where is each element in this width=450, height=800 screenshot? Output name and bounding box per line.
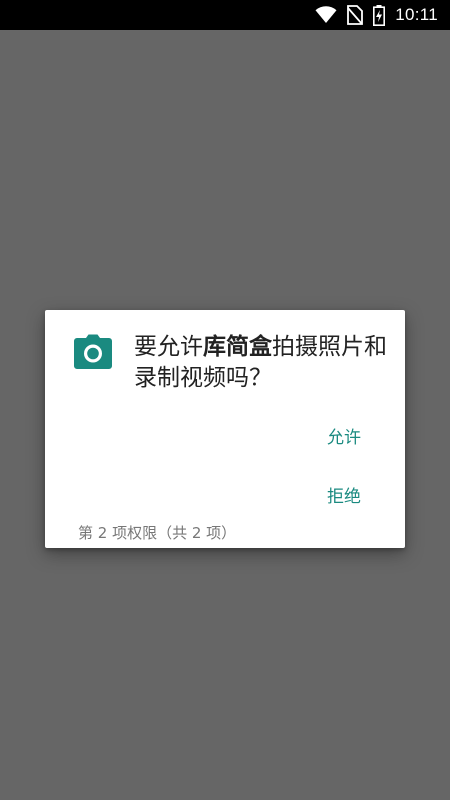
permission-counter: 第 2 项权限（共 2 项） (78, 524, 237, 542)
allow-button[interactable]: 允许 (323, 417, 365, 454)
permission-title: 要允许库简盒拍摄照片和录制视频吗？ (134, 332, 394, 394)
no-sim-icon (347, 5, 364, 25)
deny-button[interactable]: 拒绝 (323, 476, 365, 513)
camera-icon (73, 334, 113, 370)
title-prefix: 要允许 (134, 334, 203, 360)
app-name: 库简盒 (203, 334, 272, 360)
permission-dialog: 要允许库简盒拍摄照片和录制视频吗？ 允许 拒绝 第 2 项权限（共 2 项） (45, 310, 405, 548)
status-bar: 10:11 (0, 0, 450, 30)
wifi-icon (315, 6, 337, 24)
battery-charging-icon (373, 4, 386, 26)
status-time: 10:11 (395, 5, 438, 24)
